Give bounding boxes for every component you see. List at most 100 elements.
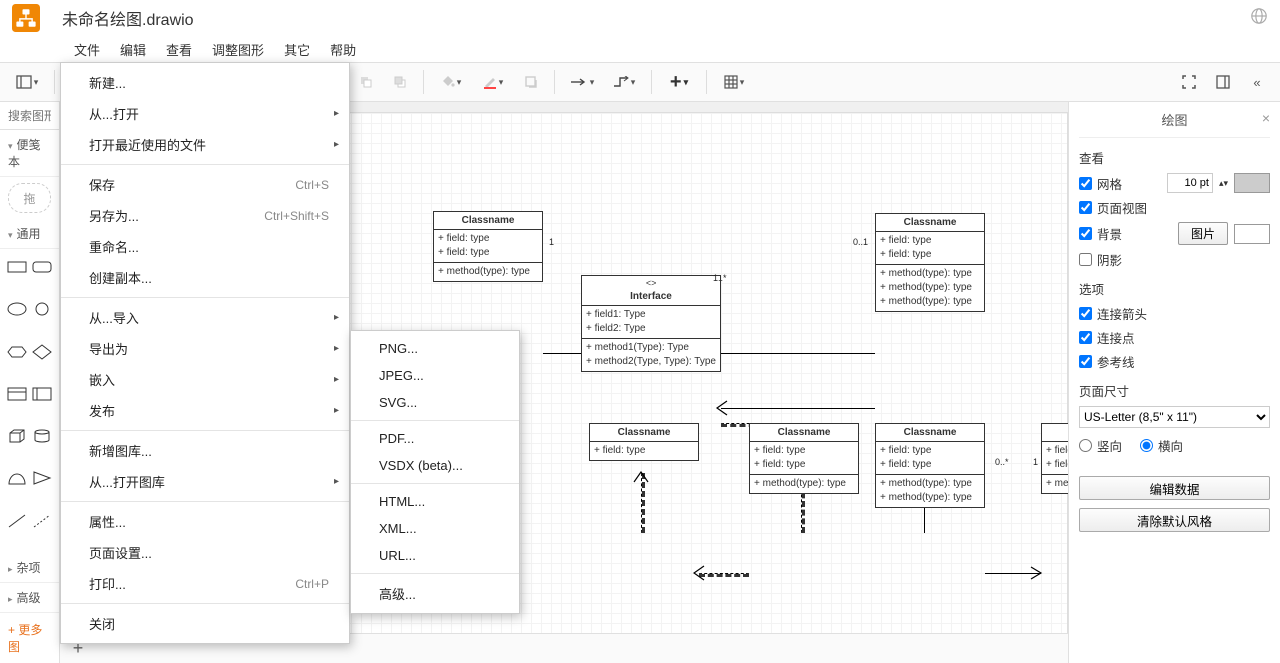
menu-file[interactable]: 文件	[64, 36, 110, 63]
language-icon[interactable]	[1246, 3, 1272, 34]
uml-class[interactable]: Classname+ field: type+ field: type+ met…	[1041, 423, 1068, 494]
menu-edit[interactable]: 编辑	[110, 36, 156, 63]
bg-color-swatch[interactable]	[1234, 224, 1270, 244]
sidebar-general[interactable]: 通用	[0, 219, 59, 249]
menu-view[interactable]: 查看	[156, 36, 202, 63]
search-shapes[interactable]	[0, 102, 59, 130]
bg-image-button[interactable]: 图片	[1178, 222, 1228, 245]
menu-help[interactable]: 帮助	[320, 36, 366, 63]
connect-points-checkbox[interactable]: 连接点	[1079, 328, 1135, 347]
file-menu-item[interactable]: 创建副本...	[61, 262, 349, 293]
guides-checkbox[interactable]: 参考线	[1079, 352, 1135, 371]
shape-line2[interactable]	[32, 509, 54, 533]
grid-checkbox[interactable]: 网格	[1079, 174, 1122, 193]
file-menu-item[interactable]: 新建...	[61, 67, 349, 98]
landscape-radio[interactable]: 横向	[1140, 436, 1183, 455]
file-menu-item[interactable]: 打印...Ctrl+P	[61, 568, 349, 599]
shape-rect[interactable]	[6, 255, 28, 279]
file-menu-item[interactable]: 新增图库...	[61, 435, 349, 466]
menu-extras[interactable]: 其它	[274, 36, 320, 63]
to-back-button[interactable]	[385, 67, 415, 97]
menu-arrange[interactable]: 调整图形	[202, 36, 274, 63]
file-menu-item[interactable]: 关闭	[61, 608, 349, 639]
shape-triangle[interactable]	[32, 466, 54, 490]
shape-ellipse[interactable]	[6, 297, 28, 321]
shape-line[interactable]	[6, 509, 28, 533]
export-menu-item[interactable]: JPEG...	[351, 362, 519, 389]
sidebar-scratchpad[interactable]: 便笺本	[0, 130, 59, 177]
panel-close-icon[interactable]: ×	[1262, 110, 1270, 126]
file-menu-item[interactable]: 页面设置...	[61, 537, 349, 568]
reset-style-button[interactable]: 清除默认风格	[1079, 508, 1270, 532]
uml-class[interactable]: Classname+ field: type	[589, 423, 699, 461]
shape-halfcircle[interactable]	[6, 466, 28, 490]
pagesize-select[interactable]: US-Letter (8,5" x 11")	[1079, 406, 1270, 428]
pageview-checkbox[interactable]: 页面视图	[1079, 198, 1147, 217]
export-menu-item[interactable]: XML...	[351, 515, 519, 542]
connection-button[interactable]	[563, 67, 601, 97]
file-menu-item[interactable]: 从...导入	[61, 302, 349, 333]
connect-arrows-checkbox[interactable]: 连接箭头	[1079, 304, 1147, 323]
insert-button[interactable]: +	[660, 67, 698, 97]
collapse-button[interactable]: «	[1242, 67, 1272, 97]
shape-card[interactable]	[6, 382, 28, 406]
shape-cylinder[interactable]	[32, 424, 54, 448]
uml-class[interactable]: <>Interface+ field1: Type+ field2: Type+…	[581, 275, 721, 372]
grid-color-swatch[interactable]	[1234, 173, 1270, 193]
file-menu-item[interactable]: 从...打开图库	[61, 466, 349, 497]
to-front-button[interactable]	[351, 67, 381, 97]
shape-roundrect[interactable]	[32, 255, 54, 279]
shadow-button[interactable]	[516, 67, 546, 97]
uml-class[interactable]: Classname+ field: type+ field: type+ met…	[749, 423, 859, 494]
file-menu-item[interactable]: 打开最近使用的文件	[61, 129, 349, 160]
export-menu-item[interactable]: PNG...	[351, 335, 519, 362]
shape-diamond[interactable]	[32, 340, 54, 364]
sidebar-misc[interactable]: 杂项	[0, 553, 59, 583]
file-menu-item[interactable]: 重命名...	[61, 231, 349, 262]
uml-class[interactable]: Classname+ field: type+ field: type+ met…	[875, 423, 985, 508]
search-input[interactable]	[8, 109, 51, 123]
uml-class[interactable]: Classname+ field: type+ field: type+ met…	[875, 213, 985, 312]
format-panel: 绘图 × 查看 网格 ▴▾ 页面视图 背景 图片 阴影 选项 连接箭头 连接点 …	[1068, 102, 1280, 663]
background-checkbox[interactable]: 背景	[1079, 224, 1122, 243]
export-menu-item[interactable]: VSDX (beta)...	[351, 452, 519, 479]
export-menu-item[interactable]: SVG...	[351, 389, 519, 416]
export-menu-item[interactable]: URL...	[351, 542, 519, 569]
shape-cube[interactable]	[6, 424, 28, 448]
shape-circle[interactable]	[32, 297, 54, 321]
format-panel-button[interactable]	[1208, 67, 1238, 97]
edit-data-button[interactable]: 编辑数据	[1079, 476, 1270, 500]
edge-label: 1..*	[713, 273, 727, 283]
file-menu-item[interactable]: 属性...	[61, 506, 349, 537]
view-mode-button[interactable]	[8, 67, 46, 97]
file-menu-item[interactable]: 保存Ctrl+S	[61, 169, 349, 200]
waypoint-button[interactable]	[605, 67, 643, 97]
file-menu-item[interactable]: 发布	[61, 395, 349, 426]
sidebar-advanced[interactable]: 高级	[0, 583, 59, 613]
app-logo[interactable]	[8, 0, 44, 36]
shadow-checkbox[interactable]: 阴影	[1079, 250, 1122, 269]
export-menu-item[interactable]: PDF...	[351, 425, 519, 452]
menu-bar: 文件 编辑 查看 调整图形 其它 帮助	[0, 36, 1280, 62]
scratchpad-drop[interactable]: 拖	[8, 183, 51, 213]
file-menu-item[interactable]: 导出为	[61, 333, 349, 364]
sidebar-more-shapes[interactable]: + 更多图	[0, 613, 59, 663]
file-menu-item[interactable]: 另存为...Ctrl+Shift+S	[61, 200, 349, 231]
table-button[interactable]	[715, 67, 753, 97]
shape-hexagon[interactable]	[6, 340, 28, 364]
export-menu-item[interactable]: HTML...	[351, 488, 519, 515]
shape-container[interactable]	[32, 382, 54, 406]
fullscreen-button[interactable]	[1174, 67, 1204, 97]
line-color-button[interactable]	[474, 67, 512, 97]
panel-title: 绘图	[1161, 110, 1187, 129]
file-menu-item[interactable]: 嵌入	[61, 364, 349, 395]
document-title[interactable]: 未命名绘图.drawio	[62, 6, 1246, 30]
portrait-radio[interactable]: 竖向	[1079, 436, 1122, 455]
connection-dashed[interactable]	[699, 573, 749, 577]
fill-color-button[interactable]	[432, 67, 470, 97]
export-menu-item[interactable]: 高级...	[351, 578, 519, 609]
connection[interactable]	[721, 408, 875, 409]
file-menu-item[interactable]: 从...打开	[61, 98, 349, 129]
grid-size-input[interactable]	[1167, 173, 1213, 193]
uml-class[interactable]: Classname+ field: type+ field: type+ met…	[433, 211, 543, 282]
